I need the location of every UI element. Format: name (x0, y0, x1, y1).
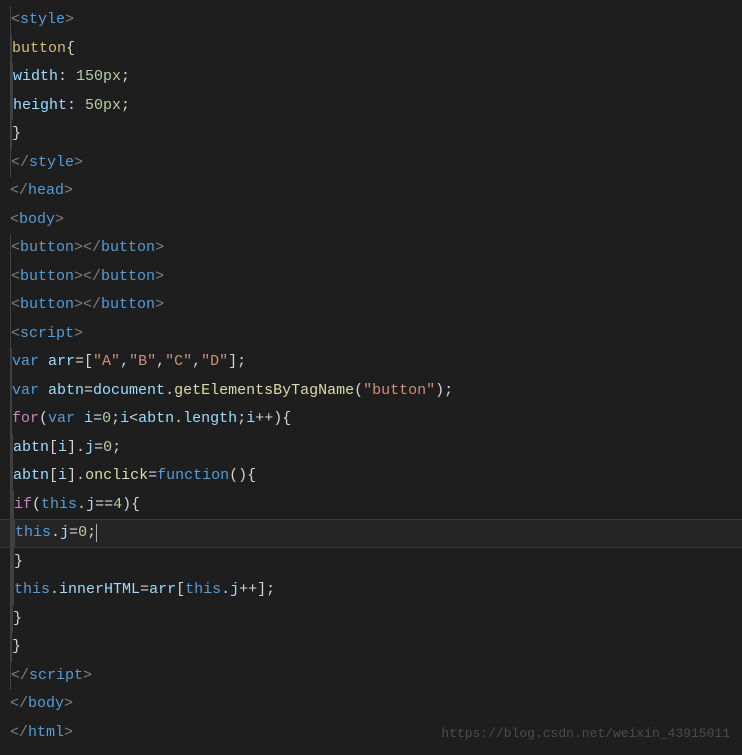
watermark-text: https://blog.csdn.net/weixin_43915011 (441, 722, 730, 747)
code-line[interactable]: button{ (0, 35, 742, 64)
code-line[interactable]: </script> (0, 662, 742, 691)
code-line[interactable]: <body> (0, 206, 742, 235)
code-line[interactable]: for(var i=0;i<abtn.length;i++){ (0, 405, 742, 434)
code-line[interactable]: </head> (0, 177, 742, 206)
code-line[interactable]: height: 50px; (0, 92, 742, 121)
code-line[interactable]: abtn[i].j=0; (0, 434, 742, 463)
code-line[interactable]: } (0, 120, 742, 149)
code-line[interactable]: </body> (0, 690, 742, 719)
code-line[interactable]: var abtn=document.getElementsByTagName("… (0, 377, 742, 406)
code-line[interactable]: </style> (0, 149, 742, 178)
code-line[interactable]: abtn[i].onclick=function(){ (0, 462, 742, 491)
code-line[interactable]: <style> (0, 6, 742, 35)
code-line[interactable]: <button></button> (0, 291, 742, 320)
code-line[interactable]: } (0, 605, 742, 634)
code-line[interactable]: <button></button> (0, 234, 742, 263)
code-line[interactable]: width: 150px; (0, 63, 742, 92)
code-line[interactable]: if(this.j==4){ (0, 491, 742, 520)
code-line[interactable]: } (0, 548, 742, 577)
code-line[interactable]: this.j=0; (0, 519, 742, 548)
code-line[interactable]: var arr=["A","B","C","D"]; (0, 348, 742, 377)
code-line[interactable]: <button></button> (0, 263, 742, 292)
code-editor[interactable]: <style> button{ width: 150px; height: 50… (0, 6, 742, 747)
code-line[interactable]: this.innerHTML=arr[this.j++]; (0, 576, 742, 605)
code-line[interactable]: <script> (0, 320, 742, 349)
code-line[interactable]: } (0, 633, 742, 662)
